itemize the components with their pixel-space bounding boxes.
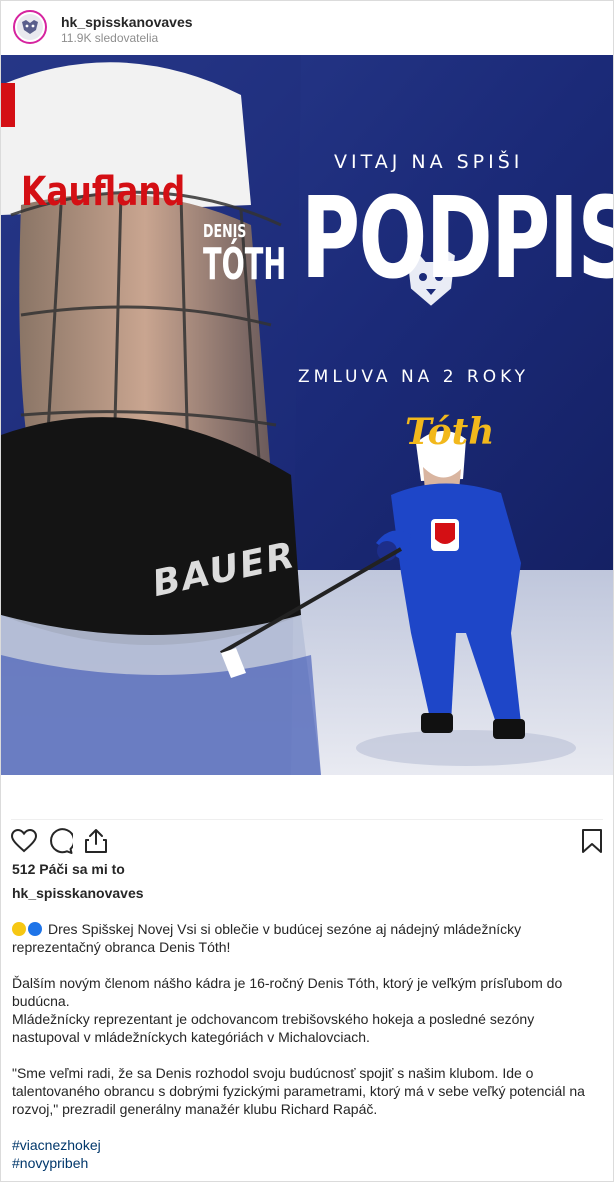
caption-line-1: Dres Spišskej Novej Vsi si oblečie v bud…: [12, 921, 522, 955]
caption-line-2: Ďalším novým členom nášho kádra je 16-ro…: [12, 975, 563, 1009]
signing-heading: PODPIS: [301, 174, 613, 304]
bookmark-icon[interactable]: [578, 827, 606, 855]
yellow-circle-icon: [12, 922, 26, 936]
share-icon[interactable]: [82, 827, 110, 855]
divider: [11, 819, 603, 820]
caption-line-3: Mládežnícky reprezentant je odchovancom …: [12, 1011, 535, 1045]
comment-icon[interactable]: [46, 827, 74, 855]
post-caption: Dres Spišskej Novej Vsi si oblečie v bud…: [12, 920, 602, 1172]
post-actions: [1, 827, 613, 855]
like-count[interactable]: 512 Páči sa mi to: [12, 861, 125, 877]
caption-username[interactable]: hk_spisskanovaves: [12, 885, 144, 901]
follower-count: 11.9K sledovatelia: [61, 31, 159, 45]
heart-icon[interactable]: [10, 827, 38, 855]
instagram-post-card: hk_spisskanovaves 11.9K sledovatelia Kau…: [0, 0, 614, 1182]
club-logo-icon: [17, 14, 43, 40]
post-image[interactable]: Kaufland BAUER DENIS TÓTH VITAJ NA SPIŠI…: [1, 55, 613, 775]
player-last-name: TÓTH: [203, 239, 287, 290]
caption-paragraph-1: Dres Spišskej Novej Vsi si oblečie v bud…: [12, 920, 602, 956]
blue-circle-icon: [28, 922, 42, 936]
player-signature: Tóth: [405, 411, 495, 453]
hashtag-link[interactable]: #viacnezhokej: [12, 1136, 602, 1154]
post-header: hk_spisskanovaves 11.9K sledovatelia: [1, 1, 613, 55]
hashtag-link[interactable]: #novypribeh: [12, 1154, 602, 1172]
caption-line-4: "Sme veľmi radi, že sa Denis rozhodol sv…: [12, 1065, 585, 1117]
contract-subheading: ZMLUVA NA 2 ROKY: [298, 367, 530, 387]
welcome-heading: VITAJ NA SPIŠI: [334, 151, 524, 173]
sponsor-logo-text: Kaufland: [21, 169, 186, 215]
avatar[interactable]: [13, 10, 47, 44]
post-username[interactable]: hk_spisskanovaves: [61, 14, 193, 30]
